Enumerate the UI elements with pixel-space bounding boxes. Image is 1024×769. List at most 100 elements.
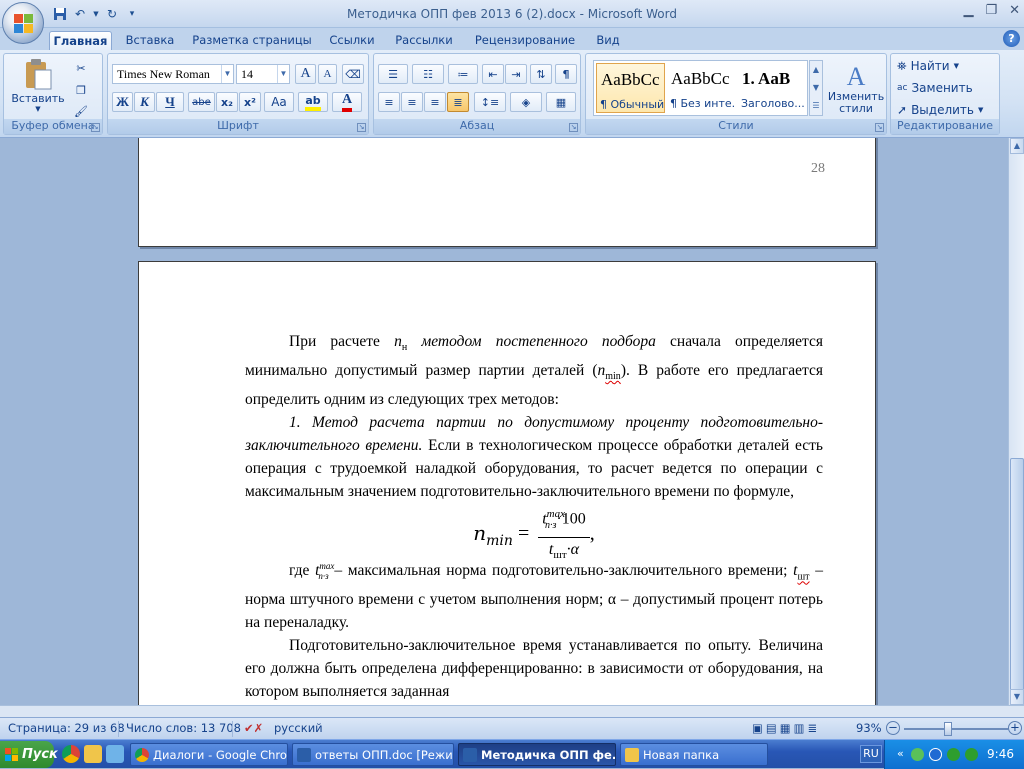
- show-marks-icon[interactable]: ¶: [555, 64, 577, 84]
- bold-button[interactable]: Ж: [112, 92, 133, 112]
- font-name-combo[interactable]: Times New Roman ▼: [112, 64, 234, 84]
- align-center-icon[interactable]: ≡: [401, 92, 423, 112]
- language-status[interactable]: русский: [274, 721, 323, 737]
- scroll-down-icon[interactable]: ▼: [1010, 689, 1024, 705]
- gallery-more-icon[interactable]: ☰: [810, 97, 822, 115]
- tray-app-icon[interactable]: [911, 748, 924, 761]
- taskbar-item-chrome[interactable]: Диалоги - Google Chrome: [130, 743, 288, 766]
- line-spacing-icon[interactable]: ↕≡: [474, 92, 506, 112]
- minimize-icon[interactable]: ▁: [963, 3, 973, 18]
- view-buttons[interactable]: ▣▤▦▥≣: [752, 721, 820, 737]
- tab-view[interactable]: Вид: [590, 31, 626, 50]
- shading-icon[interactable]: ◈: [510, 92, 542, 112]
- zoom-out-icon[interactable]: −: [886, 721, 900, 735]
- strikethrough-button[interactable]: abe: [188, 92, 215, 112]
- taskbar-item-word-active[interactable]: Методичка ОПП фе...: [458, 743, 616, 766]
- window-controls: ▁ ❐ ✕: [963, 3, 1020, 18]
- shrink-font-button[interactable]: A: [318, 64, 337, 84]
- zoom-slider-thumb[interactable]: [944, 722, 952, 736]
- word-count-status[interactable]: Число слов: 13 708: [126, 721, 241, 737]
- find-button[interactable]: ⛯ Найти ▼: [897, 56, 959, 76]
- numbering-icon[interactable]: ☷: [412, 64, 444, 84]
- styles-launcher-icon[interactable]: ↘: [875, 123, 884, 132]
- zoom-in-icon[interactable]: +: [1008, 721, 1022, 735]
- sort-icon[interactable]: ⇅: [530, 64, 552, 84]
- gallery-down-icon[interactable]: ▼: [810, 79, 822, 97]
- tab-home[interactable]: Главная: [49, 31, 112, 50]
- horizontal-scrollbar[interactable]: [0, 705, 1024, 717]
- change-styles-button[interactable]: A Изменить стили: [827, 58, 885, 120]
- gallery-up-icon[interactable]: ▲: [810, 61, 822, 79]
- clear-formatting-icon[interactable]: ⌫: [342, 64, 364, 84]
- font-size-combo[interactable]: 14 ▼: [236, 64, 290, 84]
- tab-references[interactable]: Ссылки: [324, 31, 380, 50]
- language-indicator[interactable]: RU: [860, 745, 882, 763]
- align-left-icon[interactable]: ≡: [378, 92, 400, 112]
- page-number: 28: [811, 161, 825, 176]
- change-case-button[interactable]: Aa: [264, 92, 294, 112]
- underline-button[interactable]: Ч: [156, 92, 184, 112]
- copy-icon[interactable]: ❐: [70, 80, 92, 100]
- formula: nmin = tmaxп·з·100 tшт·α,: [245, 503, 823, 561]
- style-heading-name: Заголово...: [741, 97, 805, 110]
- font-name-dropdown-icon[interactable]: ▼: [221, 65, 233, 83]
- desktop-quicklaunch-icon[interactable]: [106, 745, 124, 763]
- align-right-icon[interactable]: ≡: [424, 92, 446, 112]
- font-group-label: Шрифт: [108, 119, 368, 134]
- subscript-button[interactable]: x₂: [216, 92, 238, 112]
- multilevel-list-icon[interactable]: ≔: [448, 64, 478, 84]
- borders-icon[interactable]: ▦: [546, 92, 576, 112]
- vertical-scrollbar[interactable]: ▲ ▼: [1008, 138, 1024, 705]
- office-button[interactable]: [2, 2, 44, 44]
- tray-status-icon[interactable]: [965, 748, 978, 761]
- highlight-color-icon[interactable]: ab: [298, 92, 328, 112]
- zoom-slider-track[interactable]: [904, 728, 1008, 730]
- maximize-icon[interactable]: ❐: [985, 3, 997, 18]
- font-color-icon[interactable]: A: [332, 92, 362, 112]
- page-count-status[interactable]: Страница: 29 из 68: [8, 721, 125, 737]
- select-button[interactable]: ➚ Выделить ▼: [897, 100, 983, 120]
- superscript-button[interactable]: x²: [239, 92, 261, 112]
- tab-mailings[interactable]: Рассылки: [392, 31, 456, 50]
- taskbar-item-word-answers[interactable]: ответы ОПП.doc [Режи...: [292, 743, 454, 766]
- proofing-icon[interactable]: ✔✗: [244, 721, 263, 737]
- replace-button[interactable]: ac Заменить: [897, 78, 973, 98]
- scroll-thumb[interactable]: [1010, 458, 1024, 698]
- tray-expand-icon[interactable]: «: [897, 747, 904, 760]
- tray-antivirus-icon[interactable]: [947, 748, 960, 761]
- document-area[interactable]: 28 При расчете nн методом постепенного п…: [0, 138, 1008, 705]
- folder-quicklaunch-icon[interactable]: [84, 745, 102, 763]
- paragraph-launcher-icon[interactable]: ↘: [569, 123, 578, 132]
- zoom-level[interactable]: 93%: [856, 721, 882, 737]
- help-icon[interactable]: ?: [1003, 30, 1020, 47]
- start-button[interactable]: Пуск: [0, 741, 58, 768]
- chrome-icon: [135, 748, 149, 762]
- font-launcher-icon[interactable]: ↘: [357, 123, 366, 132]
- close-icon[interactable]: ✕: [1009, 3, 1020, 18]
- style-heading[interactable]: 1. AaB Заголово...: [738, 63, 807, 113]
- justify-icon[interactable]: ≣: [447, 92, 469, 112]
- increase-indent-icon[interactable]: ⇥: [505, 64, 527, 84]
- font-size-dropdown-icon[interactable]: ▼: [277, 65, 289, 83]
- scroll-up-icon[interactable]: ▲: [1010, 138, 1024, 154]
- tab-review[interactable]: Рецензирование: [470, 31, 580, 50]
- select-label: Выделить: [911, 103, 974, 117]
- taskbar-item-folder[interactable]: Новая папка: [620, 743, 768, 766]
- italic-button[interactable]: К: [134, 92, 155, 112]
- paste-button[interactable]: Вставить ▼: [11, 56, 65, 114]
- style-no-spacing[interactable]: AaBbCc ¶ Без инте...: [667, 63, 736, 113]
- grow-font-button[interactable]: A: [295, 64, 316, 84]
- style-normal[interactable]: AaBbCc ¶ Обычный: [596, 63, 665, 113]
- chrome-quicklaunch-icon[interactable]: [62, 745, 80, 763]
- clipboard-launcher-icon[interactable]: ↘: [91, 123, 100, 132]
- tab-page-layout[interactable]: Разметка страницы: [192, 31, 312, 50]
- styles-gallery-scroll[interactable]: ▲ ▼ ☰: [809, 60, 823, 116]
- document-text[interactable]: При расчете nн методом постепенного подб…: [245, 330, 823, 703]
- cut-icon[interactable]: ✂: [70, 58, 92, 78]
- decrease-indent-icon[interactable]: ⇤: [482, 64, 504, 84]
- tray-network-icon[interactable]: [929, 748, 942, 761]
- bullets-icon[interactable]: ☰: [378, 64, 408, 84]
- style-no-spacing-sample: AaBbCc: [671, 69, 730, 88]
- tab-insert[interactable]: Вставка: [120, 31, 180, 50]
- format-painter-icon[interactable]: 🖌: [70, 101, 92, 121]
